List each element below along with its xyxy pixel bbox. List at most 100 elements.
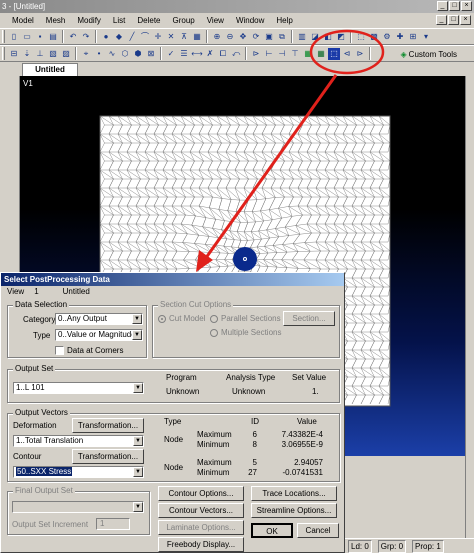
material-icon[interactable]: ▧ <box>47 48 59 60</box>
labels-icon[interactable]: ◪ <box>309 31 321 43</box>
type-select[interactable]: 0..Value or Magnitude ▼ <box>55 329 143 341</box>
print-icon[interactable]: ▤ <box>47 31 59 43</box>
load-icon[interactable]: ⇣ <box>21 48 33 60</box>
menu-window[interactable]: Window <box>230 13 270 28</box>
axis-icon[interactable]: ⊼ <box>178 31 190 43</box>
contour-options-button[interactable]: Contour Options... <box>158 486 244 501</box>
node-icon[interactable]: ● <box>100 31 112 43</box>
chevron-down-icon[interactable]: ▼ <box>133 502 143 512</box>
analysis-icon[interactable]: ⚙ <box>381 31 393 43</box>
chevron-down-icon[interactable]: ▼ <box>132 330 142 340</box>
contour-select[interactable]: 50..SXX Stress ▼ <box>13 466 144 478</box>
surface-icon[interactable]: ▦ <box>191 31 203 43</box>
chevron-down-icon[interactable]: ▼ <box>133 383 143 393</box>
menu-model[interactable]: Model <box>6 13 40 28</box>
undo-icon[interactable]: ↶ <box>67 31 79 43</box>
measure-icon[interactable]: ⟷ <box>191 48 203 60</box>
cancel-button[interactable]: Cancel <box>297 523 339 538</box>
contour-icon[interactable]: ▦ <box>302 48 314 60</box>
data-at-corners-checkbox[interactable] <box>55 346 64 355</box>
doc-restore-button[interactable]: □ <box>448 15 459 25</box>
ok-button[interactable]: OK <box>251 523 293 538</box>
constraint-icon[interactable]: ⊥ <box>34 48 46 60</box>
menu-view[interactable]: View <box>201 13 230 28</box>
render-icon[interactable]: ◩ <box>335 31 347 43</box>
delete-icon[interactable]: ✗ <box>204 48 216 60</box>
cut-model-radio[interactable] <box>158 315 166 323</box>
undo2-icon[interactable]: ⤺ <box>230 48 242 60</box>
doc-close-button[interactable]: × <box>460 15 471 25</box>
rotate-icon[interactable]: ⟳ <box>250 31 262 43</box>
pan-icon[interactable]: ✥ <box>237 31 249 43</box>
check-icon[interactable]: ✓ <box>165 48 177 60</box>
move-icon[interactable]: ✛ <box>152 31 164 43</box>
minimize-button[interactable]: _ <box>437 1 448 11</box>
display-icon[interactable]: ▥ <box>296 31 308 43</box>
menu-help[interactable]: Help <box>270 13 298 28</box>
contour-transformation-button[interactable]: Transformation... <box>72 449 144 464</box>
menu-list[interactable]: List <box>107 13 131 28</box>
doc-minimize-button[interactable]: _ <box>436 15 447 25</box>
deformation-select[interactable]: 1..Total Translation ▼ <box>13 435 144 447</box>
custom-tools-button[interactable]: ◈ Custom Tools <box>398 47 460 61</box>
freebody-display-button[interactable]: Freebody Display... <box>158 537 244 552</box>
final-output-set-select[interactable]: ▼ <box>12 501 144 513</box>
menu-mesh[interactable]: Mesh <box>40 13 72 28</box>
animate-icon[interactable]: ⊲ <box>341 48 353 60</box>
deform-icon[interactable]: ⊳ <box>250 48 262 60</box>
boundary-icon[interactable]: ⬡ <box>119 48 131 60</box>
mesh-icon[interactable]: ⊠ <box>145 48 157 60</box>
xy-plot-icon[interactable]: ⊣ <box>276 48 288 60</box>
open-file-icon[interactable]: ▭ <box>21 31 33 43</box>
copy-icon[interactable]: ⧠ <box>217 48 229 60</box>
group-icon[interactable]: ▩ <box>368 31 380 43</box>
select-postprocessing-data-icon[interactable]: ⬚ <box>328 47 340 60</box>
curve2-icon[interactable]: ∿ <box>106 48 118 60</box>
contour-vectors-button[interactable]: Contour Vectors... <box>158 503 244 518</box>
chevron-down-icon[interactable]: ▼ <box>132 314 142 324</box>
menu-delete[interactable]: Delete <box>131 13 166 28</box>
deformation-transformation-button[interactable]: Transformation... <box>72 418 144 433</box>
toolbar-grip[interactable] <box>2 47 5 60</box>
zoom-out-icon[interactable]: ⊖ <box>224 31 236 43</box>
maximize-button[interactable]: □ <box>449 1 460 11</box>
animate-options-icon[interactable]: ⊳ <box>354 48 366 60</box>
laminate-options-button[interactable]: Laminate Options... <box>158 520 244 535</box>
line-icon[interactable]: ╱ <box>126 31 138 43</box>
model-data-icon[interactable]: ⊟ <box>8 48 20 60</box>
save-icon[interactable]: ▪ <box>34 31 46 43</box>
category-select[interactable]: 0..Any Output ▼ <box>55 313 143 325</box>
toolbar-grip[interactable] <box>2 30 5 43</box>
tab-untitled[interactable]: Untitled <box>22 63 78 76</box>
redo-icon[interactable]: ↷ <box>80 31 92 43</box>
menu-group[interactable]: Group <box>167 13 201 28</box>
list-icon[interactable]: ☰ <box>178 48 190 60</box>
element-icon[interactable]: ◆ <box>113 31 125 43</box>
vector-icon[interactable]: ⊢ <box>263 48 275 60</box>
section-button[interactable]: Section... <box>283 311 335 326</box>
snap-icon[interactable]: ✚ <box>394 31 406 43</box>
new-file-icon[interactable]: ▯ <box>8 31 20 43</box>
output-set-increment-input[interactable]: 1 <box>96 518 130 530</box>
color-icon[interactable]: ◧ <box>322 31 334 43</box>
select-icon[interactable]: ⬚ <box>355 31 367 43</box>
streamline-options-button[interactable]: Streamline Options... <box>251 503 337 518</box>
deform-style-icon[interactable]: ▦ <box>315 48 327 60</box>
multiple-sections-radio[interactable] <box>210 329 218 337</box>
menu-modify[interactable]: Modify <box>71 13 107 28</box>
curve-icon[interactable]: ⌒ <box>139 31 151 43</box>
solid-icon[interactable]: ⬢ <box>132 48 144 60</box>
close-button[interactable]: × <box>461 1 472 11</box>
dropdown-icon[interactable]: ▾ <box>420 31 432 43</box>
chevron-down-icon[interactable]: ▼ <box>133 436 143 446</box>
point-icon[interactable]: • <box>93 48 105 60</box>
freebody-icon[interactable]: ⊤ <box>289 48 301 60</box>
chevron-down-icon[interactable]: ▼ <box>133 467 143 477</box>
parallel-sections-radio[interactable] <box>210 315 218 323</box>
cross-icon[interactable]: ✕ <box>165 31 177 43</box>
autoscale-icon[interactable]: ⧉ <box>276 31 288 43</box>
workplane-icon[interactable]: ⊞ <box>407 31 419 43</box>
zoom-in-icon[interactable]: ⊕ <box>211 31 223 43</box>
view-icon[interactable]: ▣ <box>263 31 275 43</box>
property-icon[interactable]: ▨ <box>60 48 72 60</box>
